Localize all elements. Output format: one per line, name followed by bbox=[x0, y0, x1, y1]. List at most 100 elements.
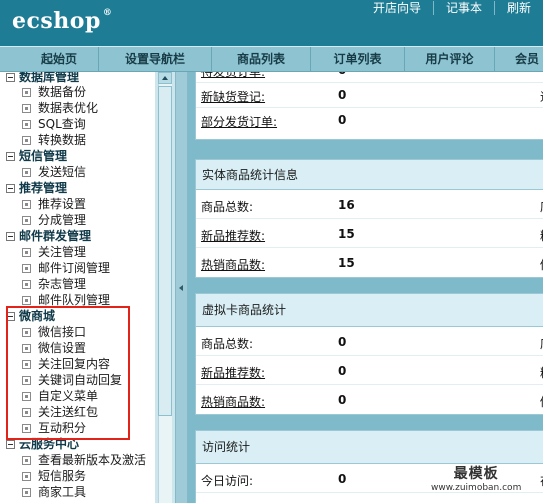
stat-label[interactable]: 新品推荐数: bbox=[201, 227, 265, 244]
tab-user-comments[interactable]: 用户评论 bbox=[405, 47, 495, 71]
menu-item-label: 邮件队列管理 bbox=[38, 293, 111, 307]
top-links: 开店向导 记事本 刷新 bbox=[361, 0, 543, 16]
menu-group-email[interactable]: 邮件群发管理 bbox=[6, 229, 91, 243]
menu-item-points[interactable]: 互动积分 bbox=[22, 421, 86, 436]
menu-group-label: 微商城 bbox=[19, 309, 56, 323]
menu-item-label: 短信服务 bbox=[38, 469, 87, 483]
stat-row: 商品总数: 16 库 bbox=[196, 190, 543, 219]
menu-item-convert[interactable]: 转换数据 bbox=[22, 133, 86, 148]
bullet-icon bbox=[22, 264, 31, 273]
menu-item-affiliate-settings[interactable]: 推荐设置 bbox=[22, 197, 86, 212]
tab-nav-settings[interactable]: 设置导航栏 bbox=[99, 47, 212, 71]
menu-item-label: 关注送红包 bbox=[38, 405, 99, 419]
panel-title: 实体商品统计信息 bbox=[196, 160, 543, 190]
sidebar-scrollbar[interactable] bbox=[155, 72, 175, 503]
top-link-notepad[interactable]: 记事本 bbox=[432, 1, 494, 15]
order-row-value: 0 bbox=[338, 88, 347, 102]
top-link-refresh[interactable]: 刷新 bbox=[493, 1, 543, 15]
physical-goods-panel: 实体商品统计信息 商品总数: 16 库 新品推荐数: 15 精 热销商品数: 1… bbox=[195, 159, 543, 278]
bullet-icon bbox=[22, 328, 31, 337]
menu-item-label: 邮件订阅管理 bbox=[38, 261, 111, 275]
menu-group-label: 推荐管理 bbox=[19, 181, 68, 195]
order-partial-label[interactable]: 待发货订单: bbox=[201, 72, 265, 80]
menu-item-label: 数据表优化 bbox=[38, 101, 99, 115]
logo-text: ecshop bbox=[12, 8, 101, 34]
order-row-label[interactable]: 新缺货登记: bbox=[201, 88, 265, 105]
scrollbar-thumb[interactable] bbox=[158, 86, 172, 416]
stat-row: 商品总数: 0 库 bbox=[196, 327, 543, 356]
main-content: 待发货订单: 0 新缺货登记: 0 退 部分发货订单: 0 实体商品统计信息 商… bbox=[188, 72, 543, 503]
top-link-wizard[interactable]: 开店向导 bbox=[361, 1, 433, 15]
menu-item-label: 商家工具 bbox=[38, 485, 87, 499]
stat-value: 0 bbox=[338, 364, 347, 378]
order-row-label[interactable]: 部分发货订单: bbox=[201, 113, 277, 130]
menu-item-wechat-settings[interactable]: 微信设置 bbox=[22, 341, 86, 356]
collapse-left-icon[interactable] bbox=[179, 285, 183, 291]
frame-splitter[interactable] bbox=[175, 72, 188, 503]
bullet-icon bbox=[22, 248, 31, 257]
menu-item-wechat-api[interactable]: 微信接口 bbox=[22, 325, 86, 340]
menu-item-label: 查看最新版本及激活 bbox=[38, 453, 147, 467]
bullet-icon bbox=[22, 168, 31, 177]
bullet-icon bbox=[22, 360, 31, 369]
order-partial-value: 0 bbox=[338, 72, 346, 77]
menu-group-affiliate[interactable]: 推荐管理 bbox=[6, 181, 67, 195]
stat-value: 0 bbox=[338, 472, 347, 486]
stat-row: 新品推荐数: 0 精 bbox=[196, 356, 543, 385]
menu-item-mail-queue[interactable]: 邮件队列管理 bbox=[22, 293, 110, 308]
menu-item-label: 转换数据 bbox=[38, 133, 87, 147]
stat-value: 15 bbox=[338, 227, 355, 241]
collapse-icon bbox=[6, 440, 15, 449]
registered-mark: ® bbox=[102, 8, 113, 18]
scroll-up-icon[interactable] bbox=[158, 72, 172, 84]
menu-item-label: 发送短信 bbox=[38, 165, 87, 179]
menu-group-sms[interactable]: 短信管理 bbox=[6, 149, 67, 163]
nav-bar: 起始页 设置导航栏 商品列表 订单列表 用户评论 会员 bbox=[0, 46, 543, 72]
menu-item-red-packet[interactable]: 关注送红包 bbox=[22, 405, 98, 420]
menu-item-sms-service[interactable]: 短信服务 bbox=[22, 469, 86, 484]
tab-start-page[interactable]: 起始页 bbox=[0, 47, 99, 71]
bullet-icon bbox=[22, 376, 31, 385]
menu-group-database[interactable]: 数据库管理 bbox=[6, 72, 79, 84]
order-row: 部分发货订单: 0 bbox=[196, 108, 543, 133]
stat-value: 16 bbox=[338, 198, 355, 212]
menu-group-label: 数据库管理 bbox=[19, 72, 80, 84]
menu-item-magazine[interactable]: 杂志管理 bbox=[22, 277, 86, 292]
menu-item-sql[interactable]: SQL查询 bbox=[22, 117, 86, 132]
bullet-icon bbox=[22, 424, 31, 433]
bullet-icon bbox=[22, 392, 31, 401]
menu-item-follow-reply[interactable]: 关注回复内容 bbox=[22, 357, 110, 372]
tab-members[interactable]: 会员 bbox=[495, 47, 543, 71]
menu-item-commission[interactable]: 分成管理 bbox=[22, 213, 86, 228]
menu-item-send-sms[interactable]: 发送短信 bbox=[22, 165, 86, 180]
menu-item-check-version[interactable]: 查看最新版本及激活 bbox=[22, 453, 146, 468]
stat-label[interactable]: 新品推荐数: bbox=[201, 364, 265, 381]
virtual-card-panel: 虚拟卡商品统计 商品总数: 0 库 新品推荐数: 0 精 热销商品数: 0 促 bbox=[195, 293, 543, 415]
stat-label[interactable]: 热销商品数: bbox=[201, 393, 265, 410]
bullet-icon bbox=[22, 216, 31, 225]
stat-label: 商品总数: bbox=[201, 337, 254, 351]
order-row-value: 0 bbox=[338, 113, 347, 127]
ecshop-logo[interactable]: ecshop ® bbox=[12, 8, 112, 34]
menu-group-cloud[interactable]: 云服务中心 bbox=[6, 437, 79, 451]
bullet-icon bbox=[22, 296, 31, 305]
stat-label[interactable]: 热销商品数: bbox=[201, 256, 265, 273]
menu-item-backup[interactable]: 数据备份 bbox=[22, 85, 86, 100]
menu-group-wechat-mall[interactable]: 微商城 bbox=[6, 309, 55, 323]
menu-group-label: 短信管理 bbox=[19, 149, 68, 163]
menu-item-label: 微信设置 bbox=[38, 341, 87, 355]
tab-order-list[interactable]: 订单列表 bbox=[311, 47, 405, 71]
menu-item-attention[interactable]: 关注管理 bbox=[22, 245, 86, 260]
bullet-icon bbox=[22, 344, 31, 353]
menu-item-keyword-reply[interactable]: 关键词自动回复 bbox=[22, 373, 122, 388]
watermark: 最模板 www.zuimoban.com bbox=[431, 463, 521, 493]
collapse-icon bbox=[6, 73, 15, 82]
collapse-icon bbox=[6, 232, 15, 241]
menu-item-optimize[interactable]: 数据表优化 bbox=[22, 101, 98, 116]
watermark-title: 最模板 bbox=[453, 466, 499, 482]
menu-item-custom-menu[interactable]: 自定义菜单 bbox=[22, 389, 98, 404]
menu-item-label: 推荐设置 bbox=[38, 197, 87, 211]
menu-item-merchant-tools[interactable]: 商家工具 bbox=[22, 485, 86, 500]
menu-item-subscription[interactable]: 邮件订阅管理 bbox=[22, 261, 110, 276]
tab-product-list[interactable]: 商品列表 bbox=[212, 47, 311, 71]
